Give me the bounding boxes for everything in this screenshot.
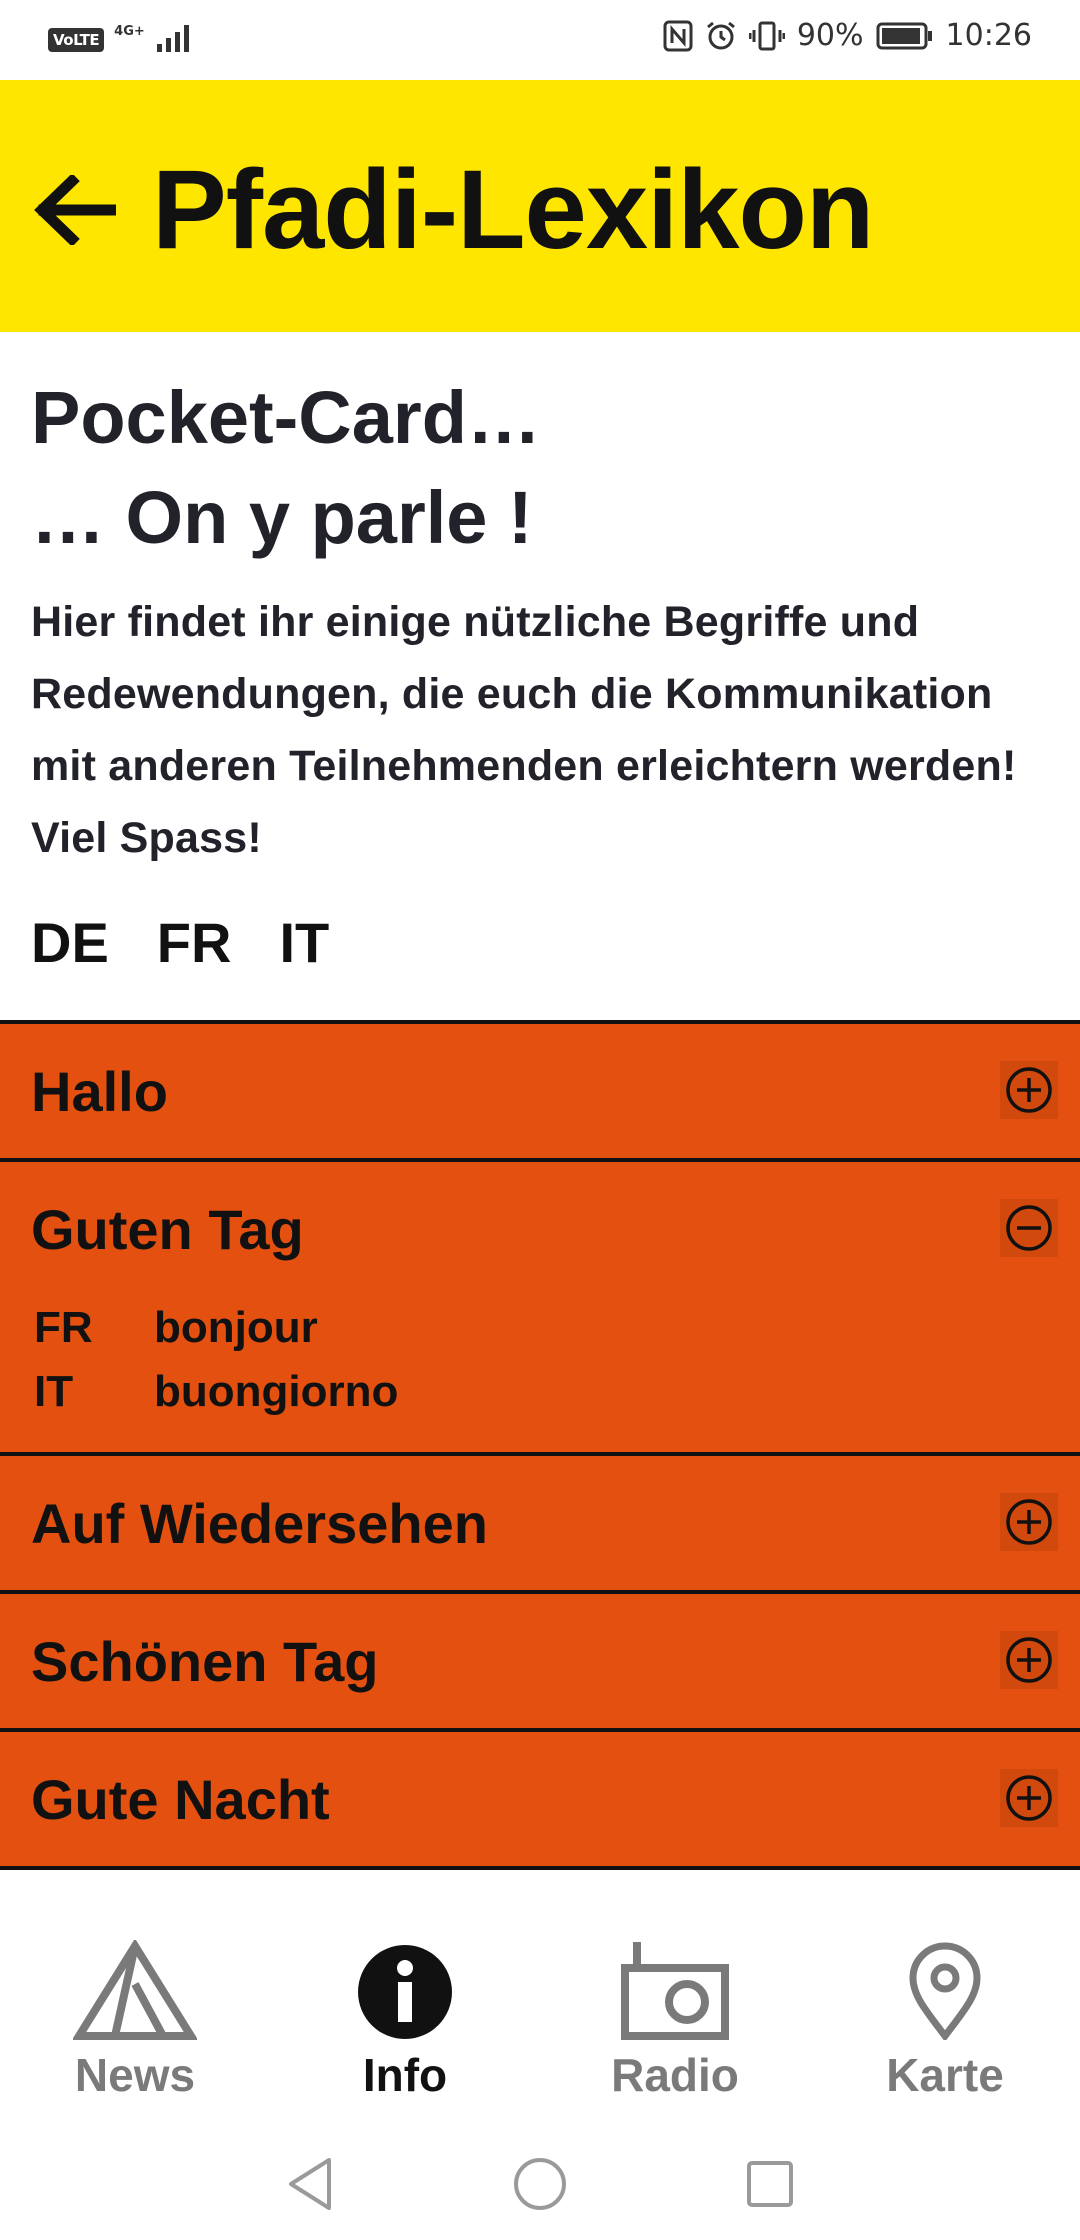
language-switcher: DE FR IT [31, 910, 329, 975]
nav-karte[interactable]: Karte [855, 1936, 1035, 2106]
section-heading: Pocket-Card… … On y parle ! [31, 368, 541, 568]
info-icon [357, 1936, 453, 2040]
system-home-icon[interactable] [510, 2154, 570, 2214]
lang-de-button[interactable]: DE [31, 910, 109, 975]
heading-line-2: … On y parle ! [31, 476, 533, 559]
translation-lang-code: IT [34, 1367, 74, 1416]
clock: 10:26 [945, 18, 1032, 53]
accordion-item: Schönen Tag [0, 1590, 1080, 1728]
nav-info[interactable]: Info [315, 1936, 495, 2106]
translation-row-fr: FR bonjour [34, 1296, 1080, 1360]
alarm-icon [705, 20, 737, 52]
accordion-item: Hallo [0, 1020, 1080, 1158]
translation-row-it: IT buongiorno [34, 1360, 1080, 1424]
battery-icon [876, 21, 934, 51]
volte-badge: VoLTE [48, 27, 105, 52]
app-bar: Pfadi-Lexikon [0, 80, 1080, 332]
nav-label-radio: Radio [611, 2049, 739, 2101]
map-pin-icon [907, 1936, 983, 2040]
status-bar-right: 90% 10:26 [663, 18, 1032, 53]
accordion-header-hallo[interactable]: Hallo [0, 1024, 1080, 1158]
system-back-icon[interactable] [280, 2154, 340, 2214]
signal-icon [155, 22, 195, 57]
expand-plus-icon[interactable] [1000, 1631, 1058, 1689]
intro-text: Hier findet ihr einige nützliche Begriff… [31, 598, 1017, 862]
nav-label-info: Info [362, 2049, 448, 2101]
radio-icon [619, 1936, 731, 2040]
nav-label-karte: Karte [886, 2049, 1004, 2101]
accordion-header-gute-nacht[interactable]: Gute Nacht [0, 1732, 1080, 1866]
nav-news[interactable]: News [45, 1936, 225, 2106]
network-type: 4G+ [114, 24, 145, 39]
system-navigation-bar [0, 2120, 1080, 2240]
system-recents-icon[interactable] [740, 2154, 800, 2214]
translation-text: bonjour [154, 1303, 318, 1352]
tent-icon [73, 1936, 197, 2040]
translation-text: buongiorno [154, 1367, 399, 1416]
nav-label-news: News [74, 2049, 196, 2101]
lang-fr-button[interactable]: FR [157, 910, 232, 975]
accordion-item: Gute Nacht [0, 1728, 1080, 1866]
expand-plus-icon[interactable] [1000, 1769, 1058, 1827]
lang-it-button[interactable]: IT [279, 910, 329, 975]
translation-lang-code: FR [34, 1303, 93, 1352]
status-bar: VoLTE 4G+ 90% 10:26 [0, 0, 1080, 80]
status-bar-left: VoLTE 4G+ [48, 22, 195, 57]
accordion-title: Gute Nacht [31, 1767, 330, 1831]
accordion-title: Schönen Tag [31, 1629, 379, 1693]
accordion-header-schoenen-tag[interactable]: Schönen Tag [0, 1594, 1080, 1728]
battery-percent: 90% [796, 18, 864, 53]
accordion-item: Auf Wiedersehen [0, 1452, 1080, 1590]
expand-plus-icon[interactable] [1000, 1061, 1058, 1119]
heading-line-1: Pocket-Card… [31, 376, 541, 459]
accordion-title: Hallo [31, 1059, 168, 1123]
phrase-accordion: Hallo Guten Tag FR bonjour IT buongiorno [0, 1020, 1080, 1870]
nfc-icon [663, 20, 693, 52]
back-button[interactable] [30, 170, 120, 250]
accordion-header-auf-wiedersehen[interactable]: Auf Wiedersehen [0, 1456, 1080, 1590]
expand-plus-icon[interactable] [1000, 1493, 1058, 1551]
accordion-header-guten-tag[interactable]: Guten Tag [0, 1162, 1080, 1296]
accordion-title: Auf Wiedersehen [31, 1491, 488, 1555]
accordion-item: Guten Tag FR bonjour IT buongiorno [0, 1158, 1080, 1452]
accordion-divider [0, 1866, 1080, 1870]
collapse-minus-icon[interactable] [1000, 1199, 1058, 1257]
bottom-navigation: News Info Radio Karte [0, 1908, 1080, 2108]
arrow-left-icon [34, 175, 116, 245]
page-title: Pfadi-Lexikon [152, 147, 874, 272]
vibrate-icon [748, 20, 785, 52]
accordion-content: FR bonjour IT buongiorno [0, 1296, 1080, 1452]
accordion-title: Guten Tag [31, 1197, 304, 1261]
nav-radio[interactable]: Radio [585, 1936, 765, 2106]
